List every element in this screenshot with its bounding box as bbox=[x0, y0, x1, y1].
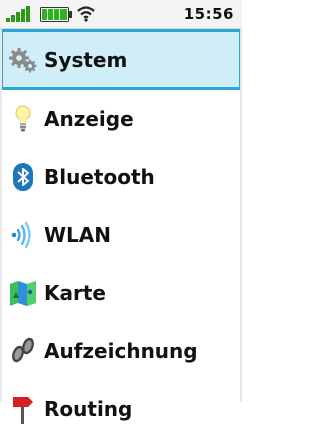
menu-item-routing[interactable]: Routing bbox=[0, 380, 242, 438]
menu-item-label: WLAN bbox=[44, 223, 112, 247]
footprints-icon bbox=[12, 337, 34, 363]
menu-item-anzeige[interactable]: Anzeige bbox=[0, 90, 242, 148]
lightbulb-icon bbox=[15, 105, 31, 132]
gears-icon bbox=[9, 47, 37, 72]
right-border bbox=[240, 29, 242, 402]
signal-bars-icon bbox=[6, 6, 30, 22]
menu-item-label: Aufzeichnung bbox=[44, 339, 198, 363]
menu-item-label: Bluetooth bbox=[44, 165, 155, 189]
status-time: 15:56 bbox=[183, 5, 234, 23]
map-icon bbox=[10, 281, 36, 306]
battery-icon bbox=[40, 7, 72, 22]
menu-item-bluetooth[interactable]: Bluetooth bbox=[0, 148, 242, 206]
status-bar: 15:56 bbox=[0, 0, 242, 29]
menu-item-wlan[interactable]: WLAN bbox=[0, 206, 242, 264]
menu-item-system[interactable]: System bbox=[0, 29, 242, 90]
menu-item-label: Anzeige bbox=[44, 107, 134, 131]
menu-item-label: Routing bbox=[44, 397, 133, 421]
menu-item-karte[interactable]: Karte bbox=[0, 264, 242, 322]
routing-icon bbox=[13, 397, 33, 424]
wlan-icon bbox=[11, 221, 31, 249]
settings-menu: System Anzeige Bluetooth WLAN Karte Aufz… bbox=[0, 29, 242, 438]
wifi-icon bbox=[77, 6, 95, 22]
left-border bbox=[0, 29, 2, 402]
menu-item-label: Karte bbox=[44, 281, 106, 305]
menu-item-aufzeichnung[interactable]: Aufzeichnung bbox=[0, 322, 242, 380]
bluetooth-icon bbox=[13, 163, 33, 191]
menu-item-label: System bbox=[44, 47, 128, 72]
